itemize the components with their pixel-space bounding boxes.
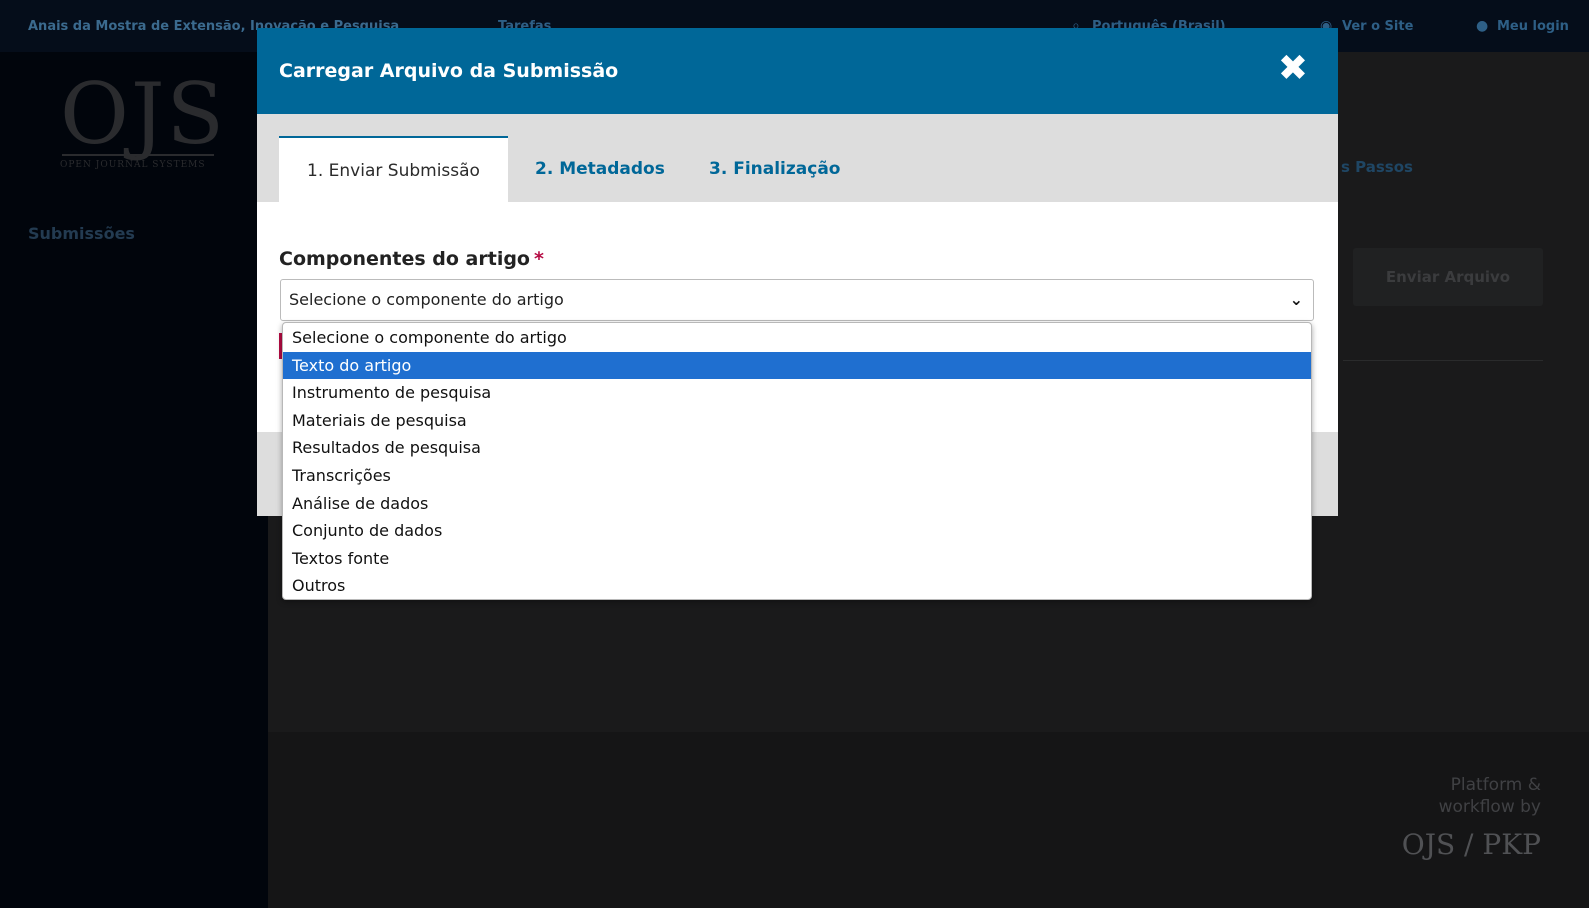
- option-data-analysis[interactable]: Análise de dados: [283, 490, 1311, 518]
- option-article-text[interactable]: Texto do artigo: [283, 351, 1311, 380]
- tab-metadata[interactable]: 2. Metadados: [535, 136, 665, 202]
- field-label-text: Componentes do artigo: [279, 248, 530, 270]
- page: Anais da Mostra de Extensão, Inovação e …: [0, 0, 1589, 908]
- article-component-label: Componentes do artigo *: [279, 248, 544, 270]
- next-steps-tab[interactable]: s Passos: [1341, 158, 1413, 176]
- view-site-link[interactable]: Ver o Site: [1342, 19, 1413, 34]
- option-research-results[interactable]: Resultados de pesquisa: [283, 434, 1311, 462]
- ojs-logo[interactable]: OJS OPEN JOURNAL SYSTEMS: [60, 65, 227, 170]
- chevron-down-icon: ⌄: [1289, 290, 1303, 309]
- option-data-set[interactable]: Conjunto de dados: [283, 517, 1311, 545]
- option-source-texts[interactable]: Textos fonte: [283, 545, 1311, 573]
- modal-header: Carregar Arquivo da Submissão ✖: [257, 28, 1338, 114]
- footer: Platform & workflow by OJS / PKP: [268, 732, 1589, 908]
- wizard-tabs: 1. Enviar Submissão 2. Metadados 3. Fina…: [257, 114, 1338, 202]
- logo-subtext: OPEN JOURNAL SYSTEMS: [60, 160, 206, 170]
- close-icon[interactable]: ✖: [1276, 51, 1310, 87]
- upload-file-button[interactable]: Enviar Arquivo: [1353, 248, 1543, 306]
- article-component-options: Selecione o componente do artigo Texto d…: [282, 322, 1312, 600]
- option-other[interactable]: Outros: [283, 572, 1311, 599]
- option-select-component[interactable]: Selecione o componente do artigo: [283, 324, 1311, 352]
- tab-submit[interactable]: 1. Enviar Submissão: [279, 136, 508, 202]
- sidebar: [0, 52, 268, 908]
- pkp-logo[interactable]: OJS / PKP: [1402, 828, 1541, 861]
- login-link[interactable]: Meu login: [1497, 19, 1569, 34]
- tab-finish[interactable]: 3. Finalização: [709, 136, 840, 202]
- option-research-instrument[interactable]: Instrumento de pesquisa: [283, 379, 1311, 407]
- platform-line-1: Platform &: [1450, 775, 1541, 795]
- modal-title: Carregar Arquivo da Submissão: [279, 60, 619, 82]
- required-marker: *: [534, 248, 544, 270]
- option-research-materials[interactable]: Materiais de pesquisa: [283, 407, 1311, 435]
- article-component-select[interactable]: Selecione o componente do artigo ⌄: [280, 279, 1314, 321]
- logo-text: OJS: [60, 65, 227, 163]
- user-icon: ●: [1476, 18, 1489, 34]
- option-transcripts[interactable]: Transcrições: [283, 462, 1311, 490]
- sidebar-item-submissions[interactable]: Submissões: [28, 224, 135, 243]
- logo-divider: [62, 154, 214, 156]
- select-value: Selecione o componente do artigo: [289, 290, 564, 309]
- platform-line-2: workflow by: [1438, 797, 1541, 817]
- divider: [1343, 360, 1543, 361]
- platform-credit[interactable]: Platform & workflow by: [1439, 774, 1541, 818]
